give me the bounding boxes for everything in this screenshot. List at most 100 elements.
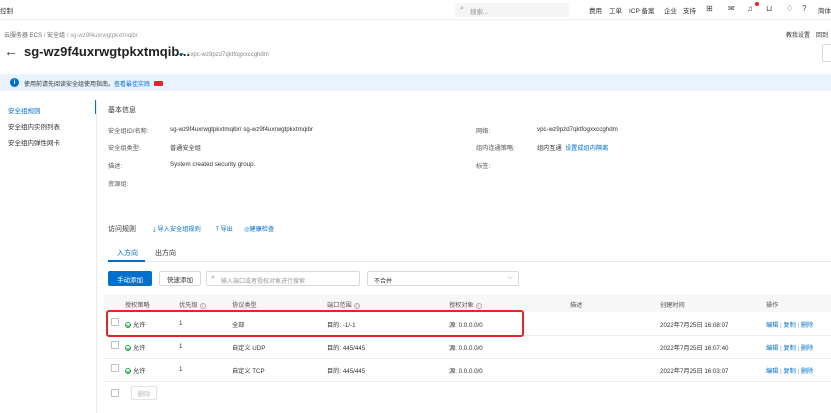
hot-badge-icon xyxy=(153,81,163,86)
basic-info-heading: 基本信息 xyxy=(108,107,136,114)
delete-link[interactable]: 删除 xyxy=(801,322,813,329)
merge-select[interactable]: 不合并 ⌵ xyxy=(367,271,519,286)
delete-link[interactable]: 删除 xyxy=(801,368,813,375)
sg-type-label: 安全组类型: xyxy=(108,145,141,152)
best-practice-link[interactable]: 查看最佳实践 xyxy=(114,82,150,88)
tags-label: 标签: xyxy=(476,163,491,170)
column-header-priority: 优先级 i xyxy=(179,300,206,309)
sidebar-item-rules[interactable]: 安全组规则 xyxy=(8,105,41,115)
row-divider xyxy=(104,381,831,382)
row-policy: 允许 xyxy=(125,343,145,352)
bell-icon[interactable]: ♫ xyxy=(747,4,753,14)
nav-ticket[interactable]: 工单 xyxy=(609,5,622,15)
edit-link[interactable]: 编辑 xyxy=(766,322,778,329)
manual-add-button[interactable]: 手动添加 xyxy=(108,271,152,286)
copy-link[interactable]: 复制 xyxy=(783,345,795,352)
column-header-port: 端口范围 i xyxy=(327,300,360,309)
sidebar-item-instances[interactable]: 安全组内实例列表 xyxy=(8,121,60,131)
help-setup-link[interactable]: 教我设置 xyxy=(786,30,810,39)
row-priority: 1 xyxy=(179,366,183,373)
header-action-button[interactable] xyxy=(822,44,831,62)
sg-id-label: 安全组ID/名称: xyxy=(108,128,149,135)
info-icon: i xyxy=(10,78,19,87)
select-all-checkbox[interactable] xyxy=(111,389,119,397)
mail-icon[interactable]: ✉ xyxy=(728,4,735,14)
import-rules-link[interactable]: ⤓ 导入安全组规则 xyxy=(153,224,201,234)
console-label[interactable]: 控制 xyxy=(0,5,13,15)
tab-outbound[interactable]: 出方向 xyxy=(155,248,176,258)
tabs-divider xyxy=(108,261,831,262)
rule-search-placeholder: 输入端口或者授权对象进行搜索 xyxy=(221,279,306,285)
edit-link[interactable]: 编辑 xyxy=(766,368,778,375)
breadcrumb-ecs[interactable]: 云服务器 ECS xyxy=(4,33,42,39)
tab-inbound[interactable]: 入方向 xyxy=(117,248,138,258)
resource-group-label: 资源组: xyxy=(108,181,129,188)
nav-billing[interactable]: 费用 xyxy=(589,5,602,15)
sg-id-value: sg-wz9f4uxrwgtpkxtmqibr/ sg-wz9f4uxrwgtp… xyxy=(170,126,314,133)
notice-bar: i 使用前请先阅读安全组使用指南。查看最佳实践 xyxy=(0,74,831,91)
row-checkbox[interactable] xyxy=(111,341,119,349)
health-check-link[interactable]: ◎健康检查 xyxy=(244,224,274,233)
language-switch[interactable]: 简体 xyxy=(818,5,831,15)
chevron-down-icon: ⌵ xyxy=(507,274,513,281)
quick-add-button[interactable]: 快速添加 xyxy=(159,271,201,286)
priority-hint-icon[interactable]: i xyxy=(199,303,206,309)
row-source: 源: 0.0.0.0/0 xyxy=(449,345,483,352)
nav-enterprise[interactable]: 企业 xyxy=(664,5,677,15)
row-created: 2022年7月25日 16:08:07 xyxy=(660,322,729,329)
set-isolation-link[interactable]: 设置成组内隔离 xyxy=(565,143,608,152)
search-placeholder: 搜索... xyxy=(470,9,489,16)
column-header-created: 创建时间 xyxy=(660,302,685,309)
allow-icon xyxy=(125,345,131,351)
search-icon: ⌕ xyxy=(460,5,464,12)
row-policy: 允许 xyxy=(125,366,145,375)
nav-support[interactable]: 支持 xyxy=(683,5,696,15)
top-navigation-bar: 控制 ⌕ 搜索... 费用 工单 ICP 备案 企业 支持 ⊞ ✉ ♫ ⊔ ♢ … xyxy=(0,0,831,20)
terminal-icon[interactable]: ⊞ xyxy=(706,4,713,14)
cart-icon[interactable]: ⊔ xyxy=(766,4,772,14)
description-value: System created security group. xyxy=(170,161,256,168)
nav-icp[interactable]: ICP 备案 xyxy=(629,5,655,15)
access-rules-heading: 访问规则 xyxy=(108,226,136,233)
back-arrow-icon[interactable]: ← xyxy=(4,43,18,59)
breadcrumb-security-group[interactable]: 安全组 xyxy=(47,33,65,39)
export-link[interactable]: ⤒ 导出 xyxy=(216,224,233,234)
rule-search-input[interactable]: ⌕ 输入端口或者授权对象进行搜索 xyxy=(206,271,360,286)
highlight-box xyxy=(106,310,524,337)
return-link[interactable]: 回到 xyxy=(816,30,828,39)
notification-dot xyxy=(755,2,759,6)
global-search-input[interactable]: ⌕ 搜索... xyxy=(455,3,569,17)
notice-text: 使用前请先阅读安全组使用指南。 xyxy=(24,82,115,88)
page-title: sg-wz9f4uxrwgtpkxtmqib... xyxy=(24,44,191,59)
port-hint-icon[interactable]: i xyxy=(353,303,360,309)
column-header-policy: 授权策略 xyxy=(125,302,150,309)
row-protocol: 自定义 TCP xyxy=(232,368,265,375)
row-priority: 1 xyxy=(179,343,183,350)
search-icon: ⌕ xyxy=(211,274,215,281)
sidebar-item-enis[interactable]: 安全组内弹性网卡 xyxy=(8,137,60,147)
vpc-id: / vpc-wz9pzd7qktfogxxccghdm xyxy=(187,52,269,58)
merge-select-value: 不合并 xyxy=(374,279,393,285)
column-header-actions: 操作 xyxy=(766,302,779,309)
help-icon[interactable]: ? xyxy=(802,4,806,14)
allow-icon xyxy=(125,368,131,374)
bulk-delete-button[interactable]: 删除 xyxy=(131,386,157,400)
hint-icon[interactable]: ♢ xyxy=(786,4,793,14)
cloud-icon: ☁ xyxy=(178,51,184,57)
breadcrumb-current: sg-wz9f4uxrwgtpkxtmqibr xyxy=(70,33,138,39)
source-hint-icon[interactable]: i xyxy=(475,303,482,309)
tab-active-indicator xyxy=(108,260,145,262)
sidebar: 安全组规则 安全组内实例列表 安全组内弹性网卡 xyxy=(0,100,92,413)
copy-link[interactable]: 复制 xyxy=(783,322,795,329)
column-header-description: 描述 xyxy=(570,302,583,309)
copy-link[interactable]: 复制 xyxy=(783,368,795,375)
sg-type-value: 普通安全组 xyxy=(170,145,201,152)
delete-link[interactable]: 删除 xyxy=(801,345,813,352)
network-label: 网络: xyxy=(476,128,491,135)
row-divider xyxy=(104,358,831,359)
intra-group-policy-label: 组内连通策略: xyxy=(476,145,515,152)
breadcrumb: 云服务器 ECS / 安全组 / sg-wz9f4uxrwgtpkxtmqibr xyxy=(4,33,138,39)
row-checkbox[interactable] xyxy=(111,364,119,372)
edit-link[interactable]: 编辑 xyxy=(766,345,778,352)
row-created: 2022年7月25日 16:07:40 xyxy=(660,345,729,352)
